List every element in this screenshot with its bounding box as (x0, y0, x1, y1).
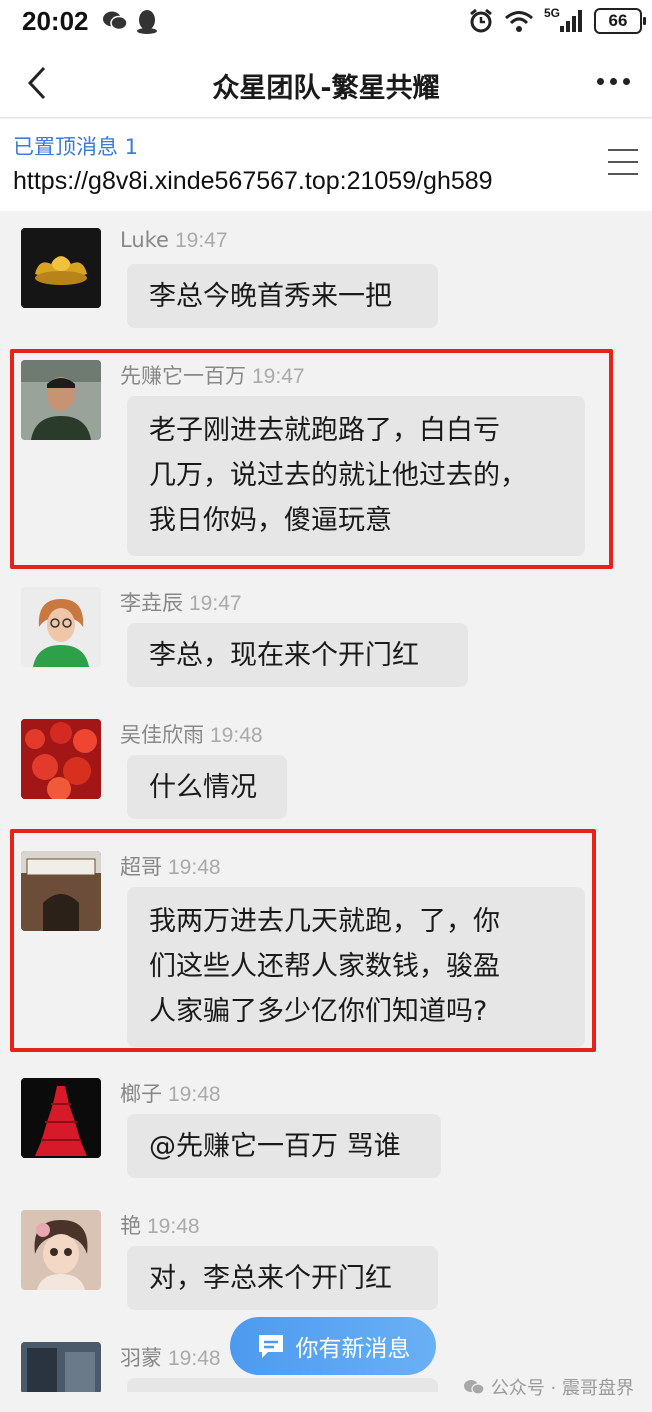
sender-name: 先赚它一百万 (120, 364, 246, 388)
sender-name: 李垚辰 (120, 591, 183, 615)
message-bubble[interactable]: 李总今晚首秀来一把 (127, 264, 438, 328)
message-bubble[interactable]: 老子刚进去就跑路了，白白亏 几万，说过去的就让他过去的， 我日你妈，傻逼玩意 (127, 396, 585, 556)
message-bubble[interactable]: @先赚它一百万 骂谁 (127, 1114, 441, 1178)
message-line: 几万，说过去的就让他过去的， (149, 460, 527, 491)
new-message-button[interactable]: 你有新消息 (230, 1317, 436, 1375)
message-time: 19:47 (189, 592, 242, 615)
sender-name: 超哥 (120, 855, 162, 879)
message-line: 我日你妈，傻逼玩意 (149, 505, 392, 536)
avatar[interactable] (21, 1342, 101, 1394)
hamburger-icon[interactable] (608, 149, 638, 185)
message-bubble[interactable]: 对，李总来个开门红 (127, 1246, 438, 1310)
status-time: 20:02 (22, 6, 89, 36)
battery-icon: 66 (594, 8, 646, 34)
pinned-label: 已置顶消息 1 (13, 135, 139, 159)
message-time: 19:47 (174, 229, 228, 252)
signal-icon: 5G (544, 6, 584, 34)
pinned-message[interactable]: 已置顶消息 1 https://g8v8i.xinde567567.top:21… (0, 119, 652, 211)
avatar[interactable] (21, 587, 101, 667)
sender-name: Luke (120, 228, 169, 252)
message-time: 19:48 (147, 1215, 200, 1238)
message-line: 李总今晚首秀来一把 (149, 281, 392, 312)
message-time: 19:48 (168, 856, 221, 879)
watermark-text: 公众号 · 震哥盘界 (490, 1378, 634, 1399)
message-line: 我两万进去几天就跑，了，你 (149, 906, 500, 937)
message-bubble[interactable]: 什么情况 (127, 755, 287, 819)
message-line: 们这些人还帮人家数钱，骏盈 (149, 951, 500, 982)
message-bubble[interactable]: 李总，现在来个开门红 (127, 623, 468, 687)
sender-name: 吴佳欣雨 (120, 723, 204, 747)
message-time: 19:47 (252, 365, 305, 388)
pinned-link[interactable]: https://g8v8i.xinde567567.top:21059/gh58… (13, 167, 493, 196)
page-title: 众星团队-繁星共耀 (212, 73, 440, 104)
avatar[interactable] (21, 1078, 101, 1158)
avatar[interactable] (21, 851, 101, 931)
alarm-icon (470, 8, 492, 33)
avatar[interactable] (21, 228, 101, 308)
watermark: 公众号 · 震哥盘界 (463, 1374, 634, 1400)
message-line: @先赚它一百万 骂谁 (149, 1131, 401, 1162)
avatar[interactable] (21, 360, 101, 440)
message-bubble[interactable]: 我两万进去几天就跑，了，你 们这些人还帮人家数钱，骏盈 人家骗了多少亿你们知道吗… (127, 887, 585, 1047)
nav-bar: 众星团队-繁星共耀 (0, 48, 652, 118)
message-line: 什么情况 (149, 772, 257, 803)
sender-name: 羽蒙 (120, 1346, 162, 1370)
message-time: 19:48 (210, 724, 263, 747)
message-time: 19:48 (168, 1083, 221, 1106)
sender-name: 艳 (120, 1214, 141, 1238)
message-line: 对，李总来个开门红 (149, 1263, 392, 1294)
wechat-icon (463, 1380, 485, 1395)
wifi-icon (505, 11, 533, 32)
avatar[interactable] (21, 719, 101, 799)
message-line: 老子刚进去就跑路了，白白亏 (149, 415, 500, 446)
new-message-label: 你有新消息 (295, 1336, 411, 1362)
wechat-icon (103, 11, 128, 31)
message-time: 19:48 (168, 1347, 221, 1370)
status-bar: 20:02 5G 66 (0, 0, 652, 48)
avatar[interactable] (21, 1210, 101, 1290)
chat-bubble-icon (258, 1335, 283, 1358)
qq-icon (137, 10, 157, 34)
more-dots-icon[interactable] (597, 78, 630, 85)
message-line: 李总，现在来个开门红 (149, 640, 419, 671)
message-line: 人家骗了多少亿你们知道吗? (149, 996, 488, 1027)
sender-name: 榔子 (120, 1082, 162, 1106)
